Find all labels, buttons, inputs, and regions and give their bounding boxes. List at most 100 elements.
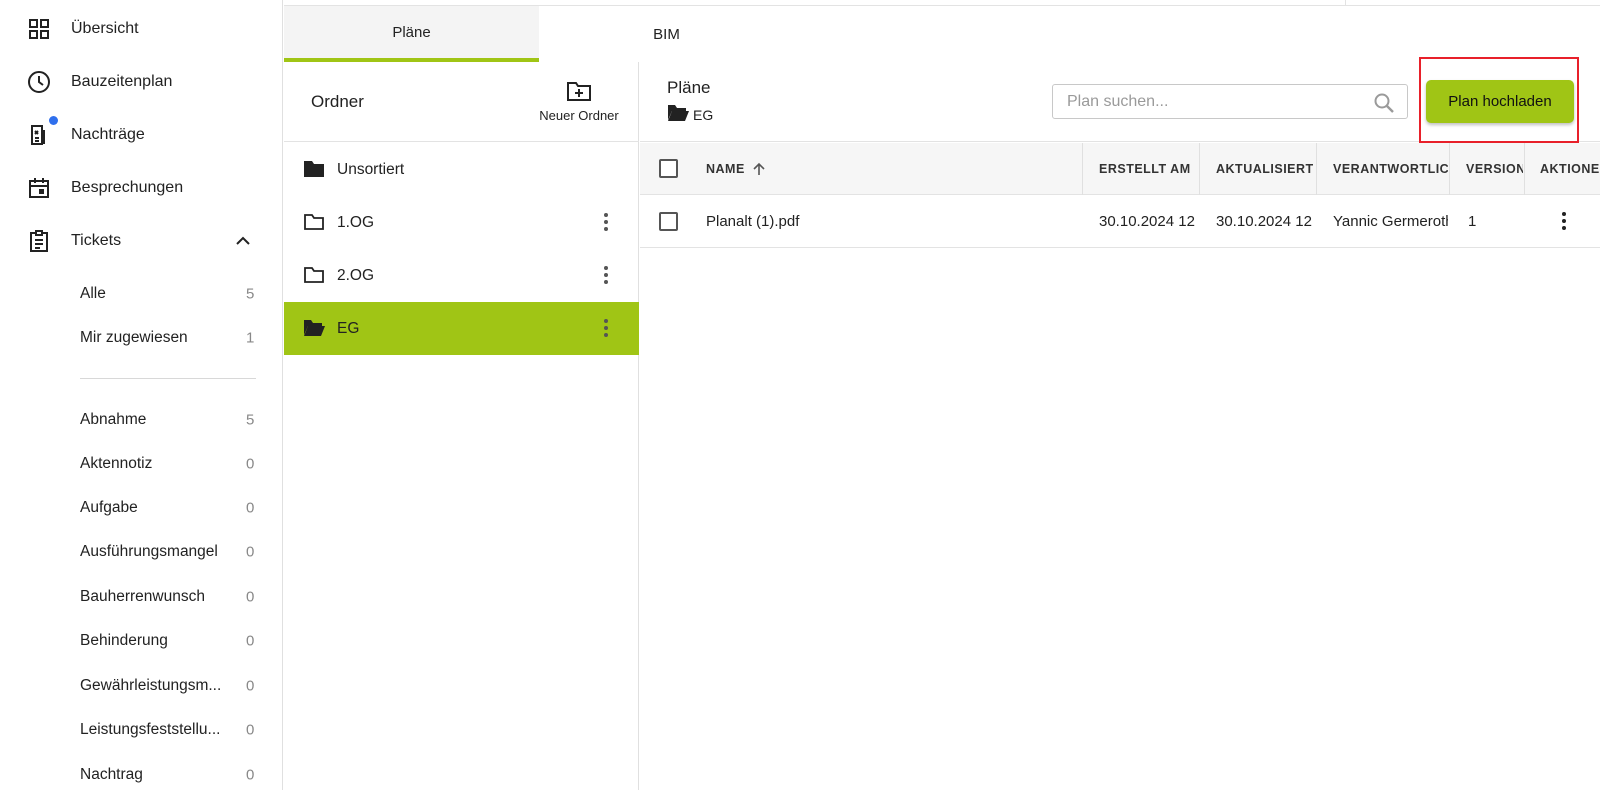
tickets-type-item[interactable]: Behinderung 0: [0, 619, 282, 663]
column-header-version[interactable]: VERSION: [1466, 143, 1523, 195]
tickets-type-label: Gewährleistungsm...: [80, 677, 221, 695]
clipboard-icon: [27, 229, 51, 253]
folder-item[interactable]: 2.OG: [284, 249, 639, 302]
tickets-item-all[interactable]: Alle 5: [0, 272, 282, 316]
search-input[interactable]: [1067, 91, 1357, 113]
tickets-item-count: 1: [246, 330, 254, 347]
document-badge-icon: [27, 123, 51, 147]
column-header-created[interactable]: ERSTELLT AM: [1099, 143, 1199, 195]
sidebar-item-tickets[interactable]: Tickets: [0, 214, 282, 267]
folder-label: 2.OG: [337, 267, 374, 285]
tickets-type-label: Leistungsfeststellu...: [80, 721, 220, 739]
sidebar-divider: [80, 378, 256, 379]
folder-label: 1.OG: [337, 214, 374, 232]
tickets-type-count: 0: [246, 456, 254, 473]
search-field[interactable]: [1052, 84, 1408, 119]
top-separator: [1345, 0, 1346, 6]
folder-panel-header: Ordner Neuer Ordner: [284, 62, 639, 142]
column-header-actions: AKTIONEN: [1540, 143, 1600, 195]
sidebar: Übersicht Bauzeitenplan Nachträge Bespre…: [0, 0, 283, 790]
column-header-name[interactable]: NAME: [706, 143, 1076, 195]
folder-item[interactable]: 1.OG: [284, 196, 639, 249]
folder-label: Unsortiert: [337, 161, 404, 179]
folder-item-selected[interactable]: EG: [284, 302, 639, 355]
tab-label: Pläne: [392, 24, 430, 41]
chevron-up-icon[interactable]: [232, 230, 254, 252]
column-divider: [1082, 143, 1083, 195]
tickets-type-count: 0: [246, 500, 254, 517]
notification-dot: [49, 116, 58, 125]
tickets-type-item[interactable]: Gewährleistungsm... 0: [0, 664, 282, 708]
tickets-type-item[interactable]: Abnahme 5: [0, 398, 282, 442]
sidebar-item-change-orders[interactable]: Nachträge: [0, 108, 282, 161]
select-all-checkbox[interactable]: [659, 159, 678, 178]
row-checkbox[interactable]: [659, 212, 678, 231]
row-actions-icon[interactable]: [1560, 208, 1568, 234]
sidebar-item-overview[interactable]: Übersicht: [0, 2, 282, 55]
column-divider: [1449, 143, 1450, 195]
more-vert-icon[interactable]: [602, 315, 610, 341]
column-label: AKTUALISIERT AM: [1216, 162, 1316, 176]
plans-header: Pläne EG Plan hochladen: [640, 62, 1600, 142]
tickets-type-item[interactable]: Ausführungsmangel 0: [0, 530, 282, 574]
sidebar-item-meetings[interactable]: Besprechungen: [0, 161, 282, 214]
tickets-type-count: 0: [246, 589, 254, 606]
cell-updated: 30.10.2024 12: [1216, 195, 1315, 248]
page-title: Pläne: [667, 78, 710, 98]
folder-icon: [303, 212, 325, 232]
column-label: NAME: [706, 162, 745, 176]
tickets-type-count: 5: [246, 412, 254, 429]
tickets-type-item[interactable]: Leistungsfeststellu... 0: [0, 708, 282, 752]
column-divider: [1316, 143, 1317, 195]
sidebar-item-label: Besprechungen: [71, 179, 183, 197]
folder-filled-icon: [303, 159, 325, 179]
tickets-item-label: Mir zugewiesen: [80, 329, 188, 347]
tickets-type-count: 0: [246, 633, 254, 650]
tickets-type-label: Ausführungsmangel: [80, 543, 218, 561]
more-vert-icon[interactable]: [602, 209, 610, 235]
column-label: VERANTWORTLICH: [1333, 162, 1448, 176]
sidebar-item-schedule[interactable]: Bauzeitenplan: [0, 55, 282, 108]
column-header-updated[interactable]: AKTUALISIERT AM: [1216, 143, 1316, 195]
search-icon[interactable]: [1373, 92, 1395, 114]
cell-name[interactable]: Planalt (1).pdf: [706, 195, 1076, 248]
dashboard-icon: [27, 17, 51, 41]
tickets-type-label: Bauherrenwunsch: [80, 588, 205, 606]
clock-icon: [27, 70, 51, 94]
new-folder-button[interactable]: Neuer Ordner: [524, 78, 634, 128]
column-header-responsible[interactable]: VERANTWORTLICH: [1333, 143, 1448, 195]
cell-created: 30.10.2024 12: [1099, 195, 1198, 248]
tickets-type-item[interactable]: Aufgabe 0: [0, 486, 282, 530]
table-row[interactable]: Planalt (1).pdf 30.10.2024 12 30.10.2024…: [640, 195, 1600, 248]
tab-bim[interactable]: BIM: [539, 6, 794, 62]
sidebar-item-label: Übersicht: [71, 20, 139, 38]
column-label: ERSTELLT AM: [1099, 162, 1191, 176]
column-divider: [1524, 143, 1525, 195]
tickets-type-count: 0: [246, 767, 254, 784]
tab-plans[interactable]: Pläne: [284, 6, 539, 62]
tickets-type-label: Aktennotiz: [80, 455, 152, 473]
tickets-item-assigned[interactable]: Mir zugewiesen 1: [0, 316, 282, 360]
tickets-item-label: Alle: [80, 285, 106, 303]
breadcrumb[interactable]: EG: [667, 104, 713, 125]
new-folder-label: Neuer Ordner: [524, 108, 634, 123]
folder-label: EG: [337, 320, 359, 338]
tab-label: BIM: [653, 26, 680, 43]
tickets-type-item[interactable]: Bauherrenwunsch 0: [0, 575, 282, 619]
tickets-type-label: Nachtrag: [80, 766, 143, 784]
folder-panel-title: Ordner: [311, 92, 364, 112]
sidebar-item-label: Nachträge: [71, 126, 145, 144]
folder-open-icon: [667, 104, 689, 125]
sidebar-item-label: Bauzeitenplan: [71, 73, 172, 91]
upload-plan-button[interactable]: Plan hochladen: [1426, 80, 1574, 123]
arrow-up-icon: [751, 161, 767, 177]
tickets-type-item[interactable]: Nachtrag 0: [0, 753, 282, 790]
tickets-type-item[interactable]: Aktennotiz 0: [0, 442, 282, 486]
more-vert-icon[interactable]: [602, 262, 610, 288]
app-root: Übersicht Bauzeitenplan Nachträge Bespre…: [0, 0, 1600, 790]
folder-item[interactable]: Unsortiert: [284, 143, 639, 196]
tickets-type-count: 0: [246, 722, 254, 739]
tickets-type-count: 0: [246, 678, 254, 695]
folder-panel: Ordner Neuer Ordner Unsortiert 1.OG: [284, 62, 639, 790]
folder-plus-icon: [566, 80, 592, 102]
